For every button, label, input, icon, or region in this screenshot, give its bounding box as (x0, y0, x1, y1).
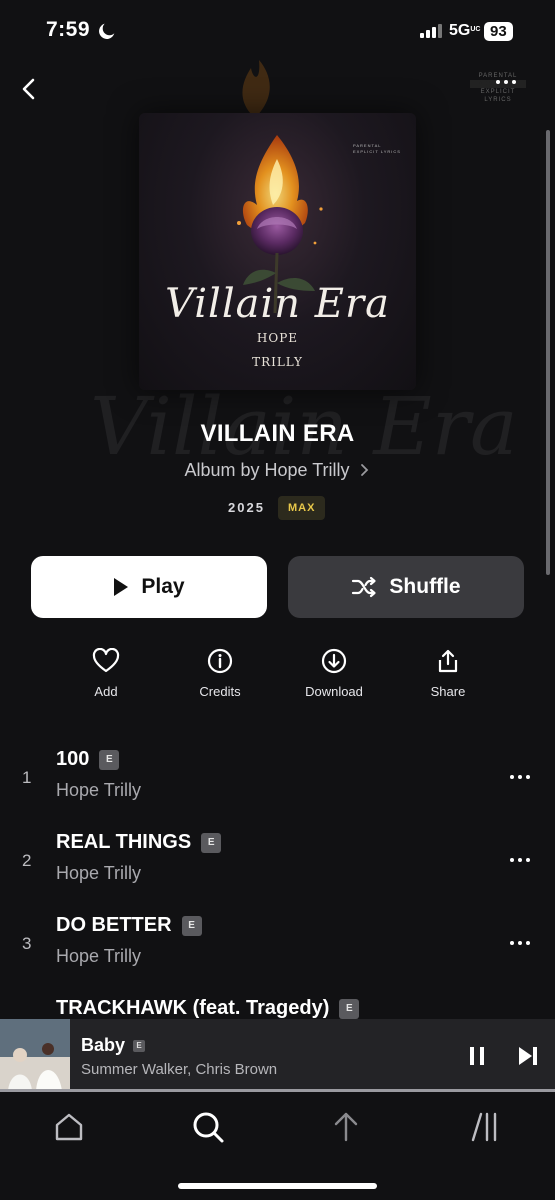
more-dots-icon (496, 80, 516, 84)
scrollbar[interactable] (546, 130, 550, 575)
pause-icon[interactable] (467, 1045, 487, 1067)
track-title: TRACKHAWK (feat. Tragedy) E (56, 997, 360, 1019)
track-number: 1 (22, 768, 32, 787)
back-chevron-icon[interactable] (16, 76, 42, 102)
cover-artist-line2: TRILLY (252, 355, 303, 369)
home-indicator (178, 1183, 377, 1189)
more-options-button[interactable] (496, 80, 516, 84)
library-icon[interactable] (470, 1110, 500, 1142)
skip-next-icon[interactable] (517, 1045, 539, 1067)
track-artist: Hope Trilly (56, 946, 142, 966)
flame-glow (242, 60, 270, 118)
now-playing-title: Baby E (81, 1035, 146, 1056)
track-number: 2 (22, 851, 32, 870)
download-button[interactable]: Download (289, 648, 379, 699)
explicit-badge: E (339, 999, 360, 1019)
now-playing-artist: Summer Walker, Chris Brown (81, 1061, 278, 1078)
track-row[interactable]: 1 100 E Hope Trilly (0, 740, 555, 820)
home-icon[interactable] (53, 1112, 85, 1142)
share-button[interactable]: Share (403, 648, 493, 699)
track-more-icon[interactable] (510, 858, 530, 862)
shuffle-icon (352, 576, 377, 598)
add-label: Add (94, 684, 118, 699)
credits-button[interactable]: Credits (175, 648, 265, 699)
play-icon (114, 578, 129, 596)
album-subtitle: Album by Hope Trilly (184, 460, 350, 480)
info-icon (207, 648, 233, 674)
explicit-badge: E (133, 1040, 146, 1052)
upload-icon[interactable] (331, 1110, 361, 1142)
play-button[interactable]: Play (31, 556, 267, 618)
moon-icon (99, 23, 115, 39)
track-title: REAL THINGS E (56, 831, 222, 854)
credits-label: Credits (199, 684, 241, 699)
track-number: 3 (22, 934, 32, 953)
play-label: Play (141, 575, 185, 598)
album-cover: PARENTAL EXPLICIT LYRICS Villain Era HOPE… (139, 113, 416, 390)
quality-badge: MAX (278, 496, 326, 520)
track-more-icon[interactable] (510, 775, 530, 779)
track-title: 100 E (56, 748, 120, 771)
release-year: 2025 (228, 500, 265, 515)
cover-script-title: Villain Era (165, 281, 390, 327)
track-row[interactable]: 3 DO BETTER E Hope Trilly (0, 906, 555, 986)
download-label: Download (305, 684, 363, 699)
track-more-icon[interactable] (510, 941, 530, 945)
explicit-badge: E (201, 833, 222, 853)
album-artist-link[interactable]: Album by Hope Trilly (0, 460, 555, 481)
cover-parental-label: PARENTAL EXPLICIT LYRICS (353, 143, 401, 154)
network-label: 5GUC (449, 22, 481, 39)
search-icon[interactable] (191, 1110, 225, 1144)
now-playing-artwork (0, 1019, 70, 1091)
track-artist: Hope Trilly (56, 780, 142, 800)
share-icon (438, 649, 458, 673)
add-button[interactable]: Add (61, 648, 151, 699)
signal-icon (420, 24, 442, 38)
album-title: VILLAIN ERA (200, 420, 355, 447)
wedding-photo-art (0, 1019, 70, 1091)
track-row[interactable]: 2 REAL THINGS E Hope Trilly (0, 823, 555, 903)
parental-advisory-label: PARENTAL ADVISORY EXPLICIT LYRICS (470, 72, 526, 104)
shuffle-button[interactable]: Shuffle (288, 556, 524, 618)
cover-artist-line1: HOPE (256, 331, 299, 345)
explicit-badge: E (181, 916, 202, 936)
mini-player[interactable]: Baby E Summer Walker, Chris Brown (0, 1019, 555, 1091)
battery-indicator: 93 (484, 22, 513, 41)
track-title: DO BETTER E (56, 914, 202, 937)
chevron-right-icon (360, 464, 368, 476)
heart-icon (92, 648, 120, 673)
status-time: 7:59 (46, 18, 91, 41)
track-artist: Hope Trilly (56, 863, 142, 883)
share-label: Share (430, 684, 466, 699)
shuffle-label: Shuffle (389, 575, 461, 598)
explicit-badge: E (99, 750, 120, 770)
download-icon (321, 648, 347, 674)
track-row[interactable]: TRACKHAWK (feat. Tragedy) E (0, 989, 555, 1019)
